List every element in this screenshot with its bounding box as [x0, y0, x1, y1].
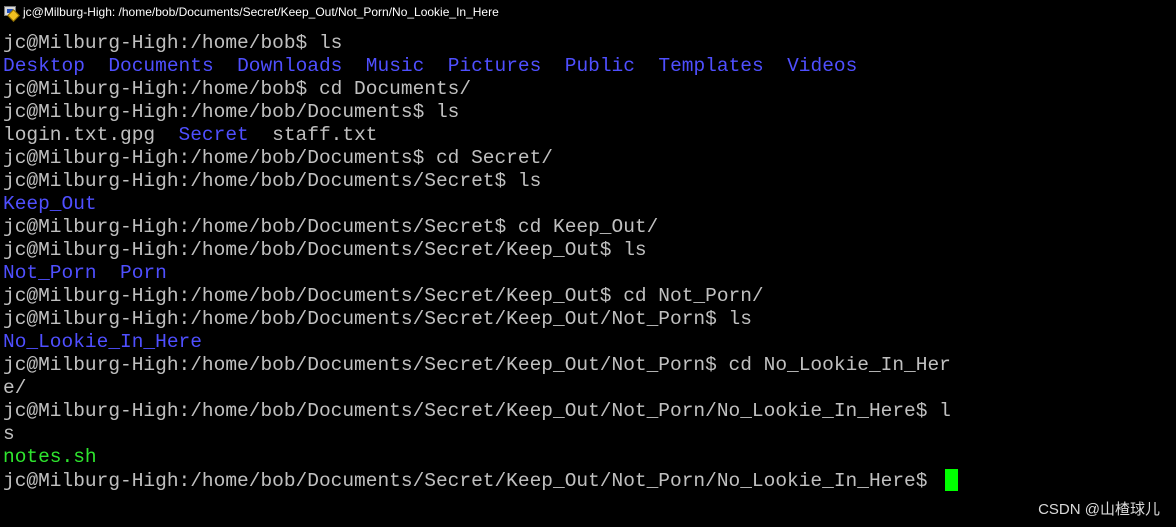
command-text: jc@Milburg-High:/home/bob$ ls: [3, 32, 343, 54]
ls-output-line: notes.sh: [3, 446, 1173, 469]
ls-output-line: Keep_Out: [3, 193, 1173, 216]
executable-entry: notes.sh: [3, 446, 97, 468]
ls-output-line: Not_Porn Porn: [3, 262, 1173, 285]
command-text: jc@Milburg-High:/home/bob/Documents/Secr…: [3, 285, 764, 307]
text-cursor[interactable]: [945, 469, 959, 491]
command-line: jc@Milburg-High:/home/bob/Documents/Secr…: [3, 354, 1173, 377]
command-line: jc@Milburg-High:/home/bob/Documents/Secr…: [3, 239, 1173, 262]
directory-entry: Keep_Out: [3, 193, 97, 215]
directory-entry: Documents: [108, 55, 214, 77]
directory-entry: Desktop: [3, 55, 85, 77]
ls-output-line: login.txt.gpg Secret staff.txt: [3, 124, 1173, 147]
command-line: jc@Milburg-High:/home/bob$ cd Documents/: [3, 78, 1173, 101]
current-prompt-line: jc@Milburg-High:/home/bob/Documents/Secr…: [3, 469, 1173, 492]
command-text: e/: [3, 377, 27, 399]
directory-entry: Not_Porn: [3, 262, 97, 284]
command-text: jc@Milburg-High:/home/bob/Documents/Secr…: [3, 216, 659, 238]
command-text: jc@Milburg-High:/home/bob/Documents$ ls: [3, 101, 460, 123]
command-line: jc@Milburg-High:/home/bob/Documents/Secr…: [3, 400, 1173, 423]
command-text: jc@Milburg-High:/home/bob/Documents$ cd …: [3, 147, 553, 169]
directory-entry: Templates: [658, 55, 764, 77]
prompt-text: jc@Milburg-High:/home/bob/Documents/Secr…: [3, 470, 940, 492]
command-line: s: [3, 423, 1173, 446]
command-line: e/: [3, 377, 1173, 400]
window-titlebar[interactable]: jc@Milburg-High: /home/bob/Documents/Sec…: [0, 0, 1176, 24]
command-line: jc@Milburg-High:/home/bob$ ls: [3, 32, 1173, 55]
command-line: jc@Milburg-High:/home/bob/Documents/Secr…: [3, 216, 1173, 239]
directory-entry: Secret: [178, 124, 249, 146]
file-entry: login.txt.gpg: [3, 124, 156, 146]
terminal-app-icon[interactable]: [3, 5, 20, 22]
ls-output-line: No_Lookie_In_Here: [3, 331, 1173, 354]
watermark: CSDN @山楂球儿: [1038, 501, 1160, 518]
file-entry: staff.txt: [272, 124, 378, 146]
command-text: jc@Milburg-High:/home/bob/Documents/Secr…: [3, 354, 951, 376]
command-text: jc@Milburg-High:/home/bob/Documents/Secr…: [3, 308, 752, 330]
command-line: jc@Milburg-High:/home/bob/Documents/Secr…: [3, 170, 1173, 193]
directory-entry: Public: [564, 55, 635, 77]
window-title: jc@Milburg-High: /home/bob/Documents/Sec…: [23, 5, 499, 19]
command-text: s: [3, 423, 15, 445]
directory-entry: Music: [365, 55, 425, 77]
command-line: jc@Milburg-High:/home/bob/Documents$ ls: [3, 101, 1173, 124]
terminal-output[interactable]: jc@Milburg-High:/home/bob$ ls Desktop Doc…: [3, 32, 1173, 524]
command-line: jc@Milburg-High:/home/bob/Documents/Secr…: [3, 285, 1173, 308]
command-line: jc@Milburg-High:/home/bob/Documents$ cd …: [3, 147, 1173, 170]
directory-entry: No_Lookie_In_Here: [3, 331, 202, 353]
directory-entry: Porn: [120, 262, 167, 284]
ls-output-line: Desktop Documents Downloads Music Pictur…: [3, 55, 1173, 78]
directory-entry: Videos: [787, 55, 858, 77]
command-text: jc@Milburg-High:/home/bob/Documents/Secr…: [3, 239, 647, 261]
command-line: jc@Milburg-High:/home/bob/Documents/Secr…: [3, 308, 1173, 331]
command-text: jc@Milburg-High:/home/bob$ cd Documents/: [3, 78, 472, 100]
command-text: jc@Milburg-High:/home/bob/Documents/Secr…: [3, 400, 951, 422]
command-text: jc@Milburg-High:/home/bob/Documents/Secr…: [3, 170, 542, 192]
directory-entry: Pictures: [447, 55, 542, 77]
directory-entry: Downloads: [237, 55, 343, 77]
